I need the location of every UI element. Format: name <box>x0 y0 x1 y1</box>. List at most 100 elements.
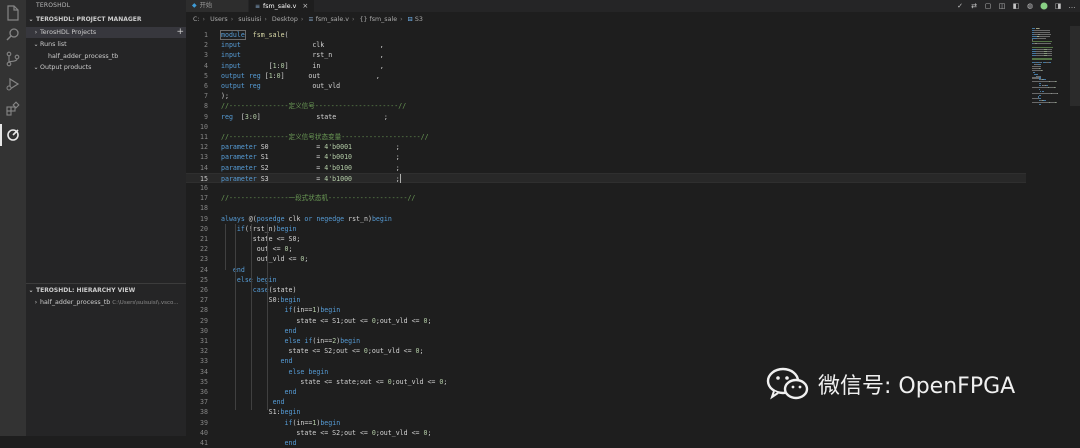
code-token: ; <box>419 347 424 356</box>
code-token: begin <box>320 418 341 427</box>
code-token: input <box>221 61 241 70</box>
code-line[interactable]: 12 parameter S0 = 4'b0001 ; <box>186 142 1026 152</box>
format-icon[interactable]: ◫ <box>998 2 1006 10</box>
check-icon[interactable]: ✓ <box>956 2 964 10</box>
code-token: ] out , <box>280 71 380 80</box>
line-number: 25 <box>200 275 208 284</box>
code-line[interactable]: 41 end <box>186 438 1026 448</box>
line-text: if(in==1)begin <box>221 305 341 315</box>
extensions-icon[interactable] <box>4 100 22 118</box>
teroshdl-icon[interactable] <box>4 126 22 144</box>
breadcrumb-module[interactable]: {} fsm_sale <box>360 16 398 23</box>
line-number: 18 <box>200 204 208 213</box>
code-line[interactable]: 21 state <= S0; <box>186 234 1026 244</box>
code-token: 4'b1000 <box>324 174 353 183</box>
code-line[interactable]: 13 parameter S1 = 4'b0010 ; <box>186 152 1026 162</box>
tree-item-label: TerosHDL Projects <box>40 29 97 36</box>
line-text: ); <box>221 91 229 101</box>
code-line[interactable]: 26 case(state) <box>186 285 1026 295</box>
code-line[interactable]: 38 S1:begin <box>186 407 1026 417</box>
breadcrumb-desktop[interactable]: Desktop <box>272 16 298 23</box>
schematic-icon[interactable]: ◧ <box>1012 2 1020 10</box>
preview-icon[interactable]: ▢ <box>984 2 992 10</box>
tab-fsm-sale[interactable]: ≡ fsm_sale.v × <box>249 0 315 12</box>
code-line[interactable]: 40 state <= S2;out <= 0;out_vld <= 0; <box>186 428 1026 438</box>
tree-item-output-products[interactable]: ⌄Output products <box>26 62 186 73</box>
code-line[interactable]: 24 end <box>186 265 1026 275</box>
code-line[interactable]: 32 state <= S2;out <= 0;out_vld <= 0; <box>186 346 1026 356</box>
code-line[interactable]: 19 always @(posedge clk or negedge rst_n)… <box>186 214 1026 224</box>
tab-start[interactable]: ◆ 开始 <box>186 0 248 12</box>
breadcrumb-symbol[interactable]: S3 <box>415 16 423 23</box>
more-actions-icon[interactable]: … <box>1068 2 1076 10</box>
code-line[interactable]: 1 module fsm_sale( <box>186 30 1026 40</box>
code-token: begin <box>340 337 361 345</box>
code-line[interactable]: 29 state <= S1;out <= 0;out_vld <= 0; <box>186 316 1026 326</box>
code-token: @( <box>244 214 257 223</box>
tree-item-runs-list[interactable]: ⌄Runs list <box>26 39 186 50</box>
code-token: ] state ; <box>256 112 388 121</box>
run-debug-icon[interactable] <box>4 75 22 93</box>
minimap-slider[interactable] <box>1070 26 1080 106</box>
code-token: (in== <box>292 418 313 427</box>
minimap-line <box>1055 81 1056 83</box>
code-line[interactable]: 11 //---------------定义信号状态变量-------------… <box>186 132 1026 142</box>
code-line[interactable]: 4 input [1:0] in , <box>186 61 1026 71</box>
code-line[interactable]: 30 end <box>186 326 1026 336</box>
code-line[interactable]: 20 if(!rst_n)begin <box>186 224 1026 234</box>
code-line[interactable]: 22 out <= 0; <box>186 244 1026 254</box>
search-icon[interactable] <box>4 26 22 44</box>
line-number: 30 <box>200 326 208 335</box>
tree-item-teroshdl-projects[interactable]: › TerosHDL Projects + <box>26 27 186 38</box>
project-manager-header[interactable]: ⌄ TEROSHDL: PROJECT MANAGER <box>26 14 186 26</box>
compare-icon[interactable]: ⇄ <box>970 2 978 10</box>
code-token: ; <box>304 255 309 264</box>
breadcrumb-drive[interactable]: C: <box>193 16 200 23</box>
code-line[interactable]: 16 <box>186 183 1026 193</box>
breadcrumb-users[interactable]: Users <box>210 16 228 23</box>
code-line[interactable]: 10 <box>186 122 1026 132</box>
code-token: ; <box>443 377 448 386</box>
code-line[interactable]: 7); <box>186 91 1026 101</box>
watermark: 微信号: OpenFPGA <box>766 366 1015 402</box>
code-line[interactable]: 2 input clk , <box>186 40 1026 50</box>
hierarchy-view-header[interactable]: ⌄ TEROSHDL: HIERARCHY VIEW <box>26 285 186 297</box>
tree-item-hierarchy[interactable]: › half_adder_process_tb C:\Users\suisuisi… <box>26 297 186 308</box>
code-line[interactable]: 39 if(in==1)begin <box>186 418 1026 428</box>
line-number: 40 <box>200 428 208 437</box>
explorer-icon[interactable] <box>4 4 22 22</box>
code-token: [ <box>260 71 269 80</box>
code-line[interactable]: 3 input rst_n , <box>186 50 1026 60</box>
code-line[interactable]: 15 parameter S3 = 4'b1000 ; <box>186 172 1026 184</box>
tree-item-half-adder-process-tb[interactable]: half_adder_process_tb <box>26 51 186 62</box>
line-number: 8 <box>204 102 208 111</box>
code-line[interactable]: 23 out_vld <= 0; <box>186 254 1026 264</box>
add-project-button[interactable]: + <box>176 27 184 38</box>
line-text: end <box>221 397 285 407</box>
code-line[interactable]: 31 else if(in==2)begin <box>186 336 1026 346</box>
run-icon[interactable] <box>1040 2 1048 10</box>
code-line[interactable]: 18 <box>186 203 1026 213</box>
code-line[interactable]: 28 if(in==1)begin <box>186 305 1026 315</box>
code-line[interactable]: 5 output reg [1:0] out , <box>186 71 1026 81</box>
source-control-icon[interactable] <box>4 50 22 68</box>
line-text: case(state) <box>221 285 297 295</box>
code-line[interactable]: 6 output reg out_vld <box>186 81 1026 91</box>
close-icon[interactable]: × <box>302 2 308 10</box>
code-line[interactable]: 27 S0:begin <box>186 295 1026 305</box>
code-line[interactable]: 9 reg [3:0] state ; <box>186 112 1026 122</box>
line-number: 10 <box>200 122 208 131</box>
split-editor-icon[interactable]: ◨ <box>1054 2 1062 10</box>
state-machine-icon[interactable]: ◍ <box>1026 2 1034 10</box>
code-line[interactable]: 17 //---------------一段式状态机---------------… <box>186 193 1026 203</box>
code-token: ; <box>288 245 293 254</box>
code-line[interactable]: 25 else begin <box>186 275 1026 285</box>
code-line[interactable]: 8 //---------------定义信号------------------… <box>186 101 1026 111</box>
section-divider <box>26 283 186 284</box>
breadcrumb-user[interactable]: suisuisi <box>238 16 261 23</box>
line-text: end <box>221 326 297 336</box>
code-line[interactable]: 14 parameter S2 = 4'b0100 ; <box>186 163 1026 173</box>
line-number: 4 <box>204 61 208 70</box>
line-number: 38 <box>200 408 208 417</box>
breadcrumb-file[interactable]: fsm_sale.v <box>316 16 349 23</box>
